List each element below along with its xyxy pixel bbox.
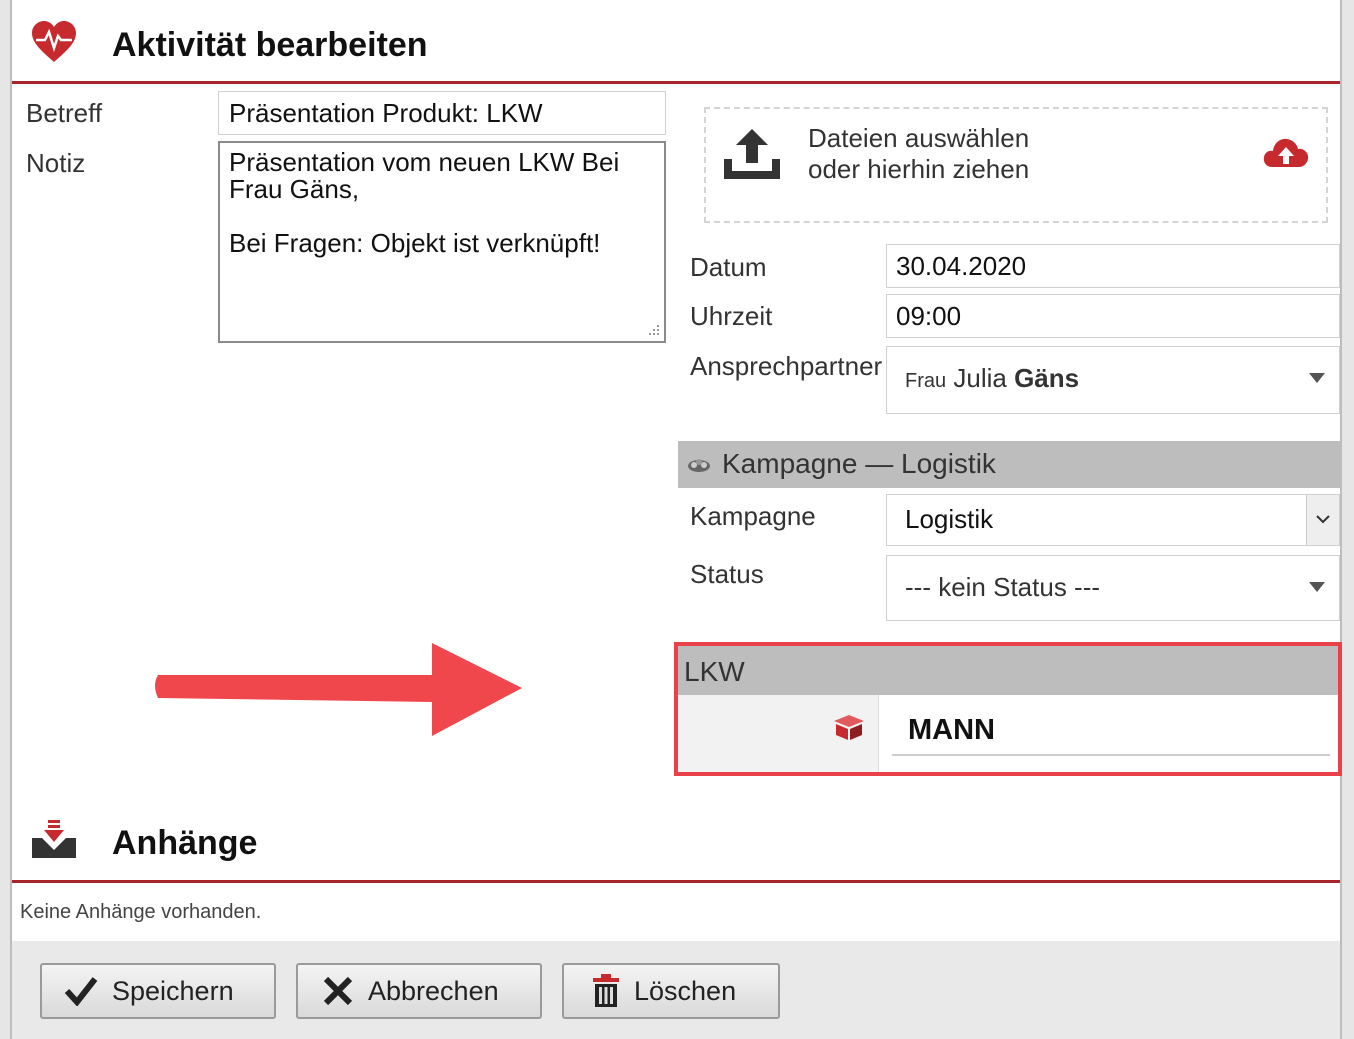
- contact-last-name: Gäns: [1014, 363, 1080, 393]
- status-select[interactable]: --- kein Status ---: [886, 555, 1340, 621]
- note-line: Frau Gäns,: [229, 174, 360, 204]
- linked-object-name: MANN: [908, 714, 995, 746]
- upload-text-line2: oder hierhin ziehen: [808, 154, 1030, 184]
- campaign-select[interactable]: Logistik: [886, 494, 1340, 546]
- trash-icon: [593, 974, 619, 1007]
- upload-icon: [724, 129, 780, 179]
- linked-object-icon-cell: [678, 695, 879, 772]
- cloud-upload-icon[interactable]: [1262, 133, 1310, 171]
- attachments-title: Anhänge: [112, 824, 258, 862]
- contact-first-name: Julia: [953, 363, 1007, 393]
- chevron-down-icon: [1316, 515, 1330, 524]
- cancel-label: Abbrechen: [368, 975, 499, 1006]
- chevron-down-icon[interactable]: [1309, 373, 1325, 383]
- close-icon: [323, 976, 353, 1006]
- note-textarea[interactable]: Präsentation vom neuen LKW Bei Frau Gäns…: [218, 141, 666, 343]
- date-input[interactable]: 30.04.2020: [886, 244, 1340, 288]
- delete-label: Löschen: [634, 975, 737, 1006]
- checkmark-icon: [64, 977, 98, 1006]
- save-button[interactable]: Speichern: [40, 963, 276, 1019]
- date-value: 30.04.2020: [896, 251, 1027, 281]
- delete-button[interactable]: Löschen: [562, 963, 780, 1019]
- note-line: Bei Fragen: Objekt ist verknüpft!: [229, 228, 601, 258]
- pointer-arrow: [155, 643, 522, 736]
- resize-grip-icon[interactable]: [646, 323, 660, 337]
- chevron-down-icon[interactable]: [1309, 582, 1325, 592]
- subject-input[interactable]: Präsentation Produkt: LKW: [218, 91, 666, 135]
- status-label: Status: [690, 559, 764, 589]
- contact-salutation: Frau: [905, 370, 947, 392]
- status-value: --- kein Status ---: [905, 572, 1101, 602]
- inbox-download-icon: [32, 820, 76, 858]
- linked-object-header: LKW: [678, 646, 1338, 695]
- attachments-divider: [12, 880, 1340, 883]
- time-input[interactable]: 09:00: [886, 294, 1340, 338]
- upload-text-line1: Dateien auswählen: [808, 123, 1030, 153]
- attachments-empty-text: Keine Anhänge vorhanden.: [20, 901, 262, 923]
- attachments-icon-wrap: [30, 820, 78, 864]
- save-label: Speichern: [112, 975, 234, 1006]
- campaign-value: Logistik: [905, 504, 994, 534]
- campaign-section-title: Kampagne — Logistik: [722, 448, 996, 479]
- dialog-frame: Aktivität bearbeiten Betreff Präsentatio…: [10, 0, 1342, 1039]
- date-label: Datum: [690, 252, 767, 282]
- contact-select[interactable]: Frau Julia Gäns: [886, 346, 1340, 414]
- linked-object-title: LKW: [684, 656, 745, 687]
- contact-label: Ansprechpartner: [690, 351, 883, 381]
- header-icon: [30, 20, 78, 64]
- campaign-section-header: Kampagne — Logistik: [678, 441, 1340, 488]
- subject-value: Präsentation Produkt: LKW: [229, 98, 543, 128]
- campaign-label: Kampagne: [690, 501, 816, 531]
- note-line: Präsentation vom neuen LKW Bei: [229, 147, 620, 177]
- subject-label: Betreff: [26, 98, 103, 128]
- linked-object-panel: LKW MANN: [674, 642, 1342, 776]
- heart-pulse-icon: [32, 21, 76, 62]
- campaign-icon: [688, 459, 710, 472]
- box-icon: [834, 715, 864, 740]
- cancel-button[interactable]: Abbrechen: [296, 963, 542, 1019]
- campaign-dropdown-button[interactable]: [1306, 495, 1339, 545]
- time-value: 09:00: [896, 301, 962, 331]
- time-label: Uhrzeit: [690, 301, 773, 331]
- note-label: Notiz: [26, 148, 86, 178]
- file-drop-zone[interactable]: Dateien auswählen oder hierhin ziehen: [704, 107, 1328, 223]
- header-divider: [12, 81, 1340, 84]
- linked-object-value[interactable]: MANN: [892, 708, 1330, 756]
- page-title: Aktivität bearbeiten: [112, 26, 428, 64]
